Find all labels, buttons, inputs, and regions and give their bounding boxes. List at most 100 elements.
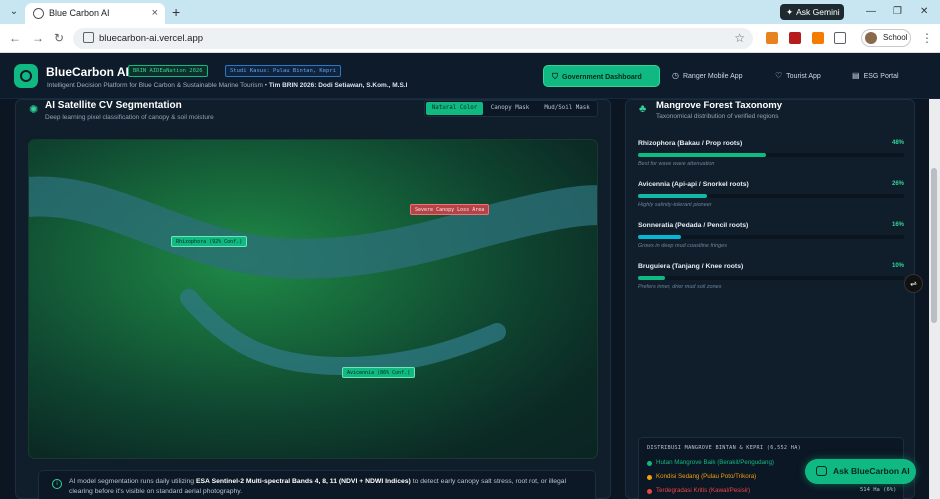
team-credit: Tim BRIN 2026: Dodi Setiawan, S.Kom., M.… xyxy=(268,82,408,89)
robot-icon xyxy=(816,466,827,476)
species-name: Sonneratia (Pedada / Pencil roots) xyxy=(638,222,749,229)
view-mode-switch: Natural Color Canopy Mask Mud/Soil Mask xyxy=(424,100,598,117)
extensions-puzzle-icon[interactable] xyxy=(834,32,846,44)
restore-icon[interactable]: ❐ xyxy=(893,4,902,20)
species-bar-fill xyxy=(638,153,766,157)
species-percent: 10% xyxy=(891,263,904,269)
species-name: Bruguiera (Tanjang / Knee roots) xyxy=(638,263,744,270)
browser-tab-bar: ⌄ Blue Carbon AI × + ✦ Ask Gemini — ❐ ✕ xyxy=(0,0,940,24)
accessibility-toggle-icon[interactable]: ⇌ xyxy=(904,274,923,293)
species-percent: 48% xyxy=(891,140,904,146)
cv-panel-title: AI Satellite CV Segmentation xyxy=(45,100,182,111)
species-bar-fill xyxy=(638,194,708,198)
heart-icon: ♡ xyxy=(775,71,783,80)
close-icon[interactable]: × xyxy=(152,6,158,20)
leaf-icon xyxy=(20,70,32,82)
species-row: Bruguiera (Tanjang / Knee roots) 10% Pre… xyxy=(638,263,904,303)
minimize-icon[interactable]: — xyxy=(866,4,876,20)
species-bar-track xyxy=(638,194,904,198)
mode-mud-soil-mask[interactable]: Mud/Soil Mask xyxy=(537,102,597,115)
site-info-icon[interactable] xyxy=(83,32,94,43)
legend-label: Hutan Mangrove Baik (Berakit/Pengudang) xyxy=(656,459,774,466)
satellite-map[interactable]: Rhizophora (92% Conf.) Severe Canopy Los… xyxy=(28,139,598,459)
browser-toolbar: ← → ↻ bluecarbon-ai.vercel.app ☆ School … xyxy=(0,24,940,53)
app-header: BlueCarbon AI BRIN AIDEaNation 2026 Stud… xyxy=(0,53,940,99)
species-percent: 16% xyxy=(891,222,904,228)
app-logo[interactable] xyxy=(14,64,38,88)
profile-button[interactable]: School xyxy=(861,29,911,47)
ask-bluecarbon-ai-button[interactable]: Ask BlueCarbon AI xyxy=(805,459,916,484)
canopy-loss-alert-label[interactable]: Severe Canopy Loss Area xyxy=(410,204,490,215)
species-name: Rhizophora (Bakau / Prop roots) xyxy=(638,140,743,147)
species-row: Sonneratia (Pedada / Pencil roots) 16% G… xyxy=(638,222,904,262)
ask-gemini-button[interactable]: ✦ Ask Gemini xyxy=(780,4,844,20)
model-info-note: i AI model segmentation runs daily utili… xyxy=(38,470,596,499)
rhizophora-detection-label[interactable]: Rhizophora (92% Conf.) xyxy=(171,236,248,247)
scrollbar-thumb[interactable] xyxy=(931,168,937,323)
tab-search-icon[interactable]: ⌄ xyxy=(6,4,22,20)
sparkle-icon: ✦ xyxy=(786,7,794,17)
nav-esg-portal[interactable]: ▤ ESG Portal xyxy=(844,65,912,87)
forward-icon[interactable]: → xyxy=(32,30,44,46)
tree-icon: ♣ xyxy=(639,103,647,115)
cv-panel-subtitle: Deep learning pixel classification of ca… xyxy=(45,114,214,121)
taxonomy-panel: ♣ Mangrove Forest Taxonomy Taxonomical d… xyxy=(625,99,915,499)
species-bar-fill xyxy=(638,276,665,280)
species-desc: Highly salinity-tolerant pioneer xyxy=(638,202,712,208)
url-text[interactable]: bluecarbon-ai.vercel.app xyxy=(99,33,203,44)
legend-dot xyxy=(647,489,652,494)
extension-icon[interactable] xyxy=(789,32,801,44)
legend-dot xyxy=(647,461,652,466)
species-desc: Best for wave wave attenuation xyxy=(638,161,715,167)
new-tab-icon[interactable]: + xyxy=(172,3,180,21)
document-icon: ▤ xyxy=(852,71,860,80)
legend-label: Kondisi Sedang (Pulau Poto/Trikora) xyxy=(656,473,757,480)
nav-tourist-app[interactable]: ♡ Tourist App xyxy=(767,65,837,87)
river-channels xyxy=(29,176,597,376)
brand-name: BlueCarbon AI xyxy=(46,65,129,79)
distribution-title: DISTRIBUSI MANGROVE BINTAN & KEPRI (6,55… xyxy=(647,445,802,451)
taxonomy-subtitle: Taxonomical distribution of verified reg… xyxy=(656,113,779,120)
species-row: Rhizophora (Bakau / Prop roots) 48% Best… xyxy=(638,140,904,180)
legend-dot xyxy=(647,475,652,480)
species-bar-track xyxy=(638,153,904,157)
species-percent: 26% xyxy=(891,181,904,187)
avicennia-detection-label[interactable]: Avicennia (86% Conf.) xyxy=(342,367,416,378)
case-study-badge: Studi Kasus: Pulau Bintan, Kepri xyxy=(225,65,341,77)
back-icon[interactable]: ← xyxy=(9,30,21,46)
bookmark-star-icon[interactable]: ☆ xyxy=(734,31,745,45)
ai-sparkle-icon: ✺ xyxy=(29,104,39,116)
reload-icon[interactable]: ↻ xyxy=(54,30,64,46)
species-name: Avicennia (Api-api / Snorkel roots) xyxy=(638,181,749,188)
species-bar-fill xyxy=(638,235,681,239)
extension-icon[interactable] xyxy=(812,32,824,44)
avatar xyxy=(865,32,877,44)
species-desc: Grows in deep mud coastline fringes xyxy=(638,243,727,249)
info-icon: i xyxy=(52,479,62,489)
browser-tab[interactable]: Blue Carbon AI × xyxy=(25,3,165,24)
browser-menu-icon[interactable]: ⋮ xyxy=(921,30,933,46)
cv-segmentation-panel: ✺ AI Satellite CV Segmentation Deep lear… xyxy=(15,99,611,499)
nav-government-dashboard[interactable]: ⛉ Government Dashboard xyxy=(543,65,660,87)
address-bar[interactable]: bluecarbon-ai.vercel.app ☆ xyxy=(73,28,753,49)
model-info-text: AI model segmentation runs daily utilizi… xyxy=(69,478,567,495)
secondary-river-channel xyxy=(180,289,506,376)
clock-icon: ◷ xyxy=(672,71,679,80)
app-subtitle: Intelligent Decision Platform for Blue C… xyxy=(47,82,408,89)
main-river-channel xyxy=(29,176,597,279)
species-bar-track xyxy=(638,276,904,280)
legend-value: 514 Ha (6%) xyxy=(860,487,897,493)
mode-natural-color[interactable]: Natural Color xyxy=(426,102,483,115)
species-bar-track xyxy=(638,235,904,239)
taxonomy-title: Mangrove Forest Taxonomy xyxy=(656,100,782,111)
metamask-extension-icon[interactable] xyxy=(766,32,778,44)
nav-ranger-mobile-app[interactable]: ◷ Ranger Mobile App xyxy=(664,65,760,87)
species-row: Avicennia (Api-api / Snorkel roots) 26% … xyxy=(638,181,904,221)
window-close-icon[interactable]: ✕ xyxy=(920,4,928,20)
globe-icon xyxy=(33,8,44,19)
species-desc: Prefers inner, drier mud soil zones xyxy=(638,284,722,290)
legend-label: Terdegradasi Kritis (Kawal/Pesisir) xyxy=(656,487,751,494)
mode-canopy-mask[interactable]: Canopy Mask xyxy=(485,102,535,115)
event-badge: BRIN AIDEaNation 2026 xyxy=(128,65,208,77)
tab-title: Blue Carbon AI xyxy=(49,8,110,18)
